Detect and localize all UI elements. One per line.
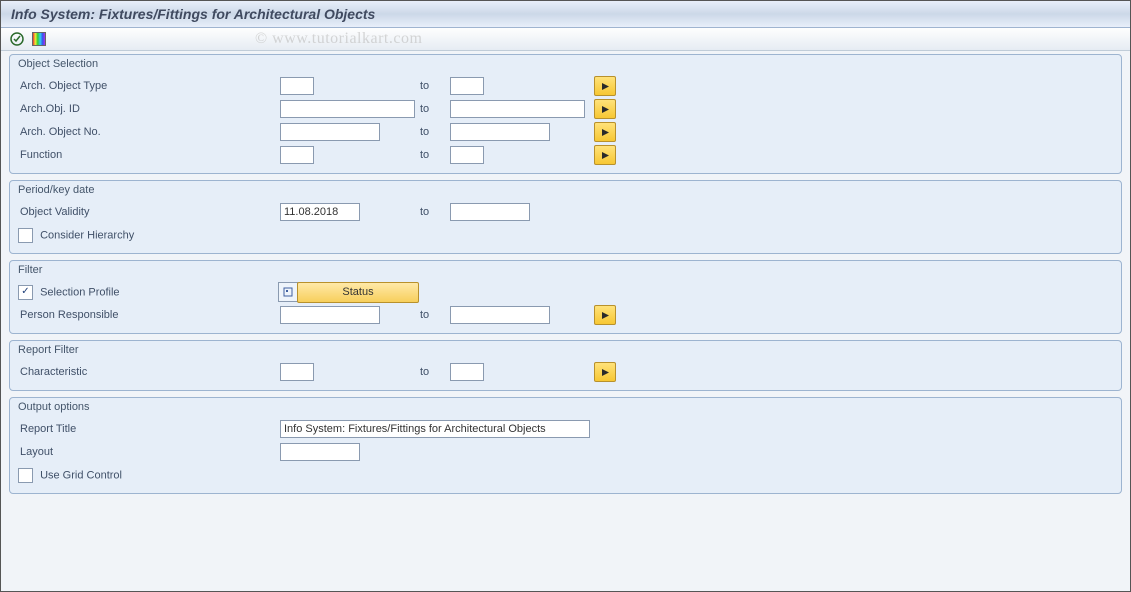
- value-help-icon[interactable]: [278, 282, 298, 302]
- application-toolbar: [1, 28, 1130, 51]
- row-arch-object-no: Arch. Object No. to: [16, 121, 1115, 143]
- layout-input[interactable]: [280, 443, 360, 461]
- variant-icon[interactable]: [31, 31, 47, 47]
- multiple-selection-icon[interactable]: [594, 145, 616, 165]
- title-bar: Info System: Fixtures/Fittings for Archi…: [1, 1, 1130, 28]
- group-legend: Report Filter: [16, 341, 1115, 361]
- person-responsible-from[interactable]: [280, 306, 380, 324]
- label-arch-object-type: Arch. Object Type: [16, 80, 280, 92]
- function-to[interactable]: [450, 146, 484, 164]
- label-consider-hierarchy: Consider Hierarchy: [40, 229, 134, 241]
- function-from[interactable]: [280, 146, 314, 164]
- group-report-filter: Report Filter Characteristic to: [9, 340, 1122, 391]
- multiple-selection-icon[interactable]: [594, 99, 616, 119]
- group-legend: Period/key date: [16, 181, 1115, 201]
- label-arch-object-no: Arch. Object No.: [16, 126, 280, 138]
- to-label: to: [420, 80, 450, 92]
- to-label: to: [420, 103, 450, 115]
- arch-object-type-to[interactable]: [450, 77, 484, 95]
- label-selection-profile: Selection Profile: [40, 286, 120, 298]
- label-layout: Layout: [16, 446, 280, 458]
- window-frame: Info System: Fixtures/Fittings for Archi…: [0, 0, 1131, 592]
- row-person-responsible: Person Responsible to: [16, 304, 1115, 326]
- label-object-validity: Object Validity: [16, 206, 280, 218]
- group-legend: Filter: [16, 261, 1115, 281]
- person-responsible-to[interactable]: [450, 306, 550, 324]
- group-period-key-date: Period/key date Object Validity to Consi…: [9, 180, 1122, 254]
- row-report-title: Report Title: [16, 418, 1115, 440]
- object-validity-from[interactable]: [280, 203, 360, 221]
- multiple-selection-icon[interactable]: [594, 76, 616, 96]
- characteristic-to[interactable]: [450, 363, 484, 381]
- to-label: to: [420, 126, 450, 138]
- characteristic-from[interactable]: [280, 363, 314, 381]
- label-person-responsible: Person Responsible: [16, 309, 280, 321]
- row-characteristic: Characteristic to: [16, 361, 1115, 383]
- content-area: Object Selection Arch. Object Type to Ar…: [1, 51, 1130, 508]
- status-button[interactable]: Status: [297, 282, 419, 303]
- arch-object-no-to[interactable]: [450, 123, 550, 141]
- group-output-options: Output options Report Title Layout Use G…: [9, 397, 1122, 494]
- row-function: Function to: [16, 144, 1115, 166]
- multiple-selection-icon[interactable]: [594, 362, 616, 382]
- multiple-selection-icon[interactable]: [594, 122, 616, 142]
- arch-object-no-from[interactable]: [280, 123, 380, 141]
- label-arch-obj-id: Arch.Obj. ID: [16, 103, 280, 115]
- row-selection-profile: Selection Profile Status: [16, 281, 1115, 303]
- row-consider-hierarchy: Consider Hierarchy: [16, 224, 1115, 246]
- label-report-title: Report Title: [16, 423, 280, 435]
- to-label: to: [420, 366, 450, 378]
- row-use-grid-control: Use Grid Control: [16, 464, 1115, 486]
- label-characteristic: Characteristic: [16, 366, 280, 378]
- report-title-input[interactable]: [280, 420, 590, 438]
- multiple-selection-icon[interactable]: [594, 305, 616, 325]
- row-layout: Layout: [16, 441, 1115, 463]
- arch-obj-id-from[interactable]: [280, 100, 415, 118]
- row-arch-object-type: Arch. Object Type to: [16, 75, 1115, 97]
- group-object-selection: Object Selection Arch. Object Type to Ar…: [9, 54, 1122, 174]
- arch-obj-id-to[interactable]: [450, 100, 585, 118]
- group-legend: Object Selection: [16, 55, 1115, 75]
- group-filter: Filter Selection Profile Status Person R…: [9, 260, 1122, 334]
- execute-icon[interactable]: [9, 31, 25, 47]
- row-arch-obj-id: Arch.Obj. ID to: [16, 98, 1115, 120]
- object-validity-to[interactable]: [450, 203, 530, 221]
- to-label: to: [420, 309, 450, 321]
- selection-profile-checkbox[interactable]: [18, 285, 33, 300]
- group-legend: Output options: [16, 398, 1115, 418]
- arch-object-type-from[interactable]: [280, 77, 314, 95]
- label-function: Function: [16, 149, 280, 161]
- row-object-validity: Object Validity to: [16, 201, 1115, 223]
- use-grid-control-checkbox[interactable]: [18, 468, 33, 483]
- to-label: to: [420, 206, 450, 218]
- to-label: to: [420, 149, 450, 161]
- consider-hierarchy-checkbox[interactable]: [18, 228, 33, 243]
- page-title: Info System: Fixtures/Fittings for Archi…: [11, 6, 375, 22]
- label-use-grid-control: Use Grid Control: [40, 469, 122, 481]
